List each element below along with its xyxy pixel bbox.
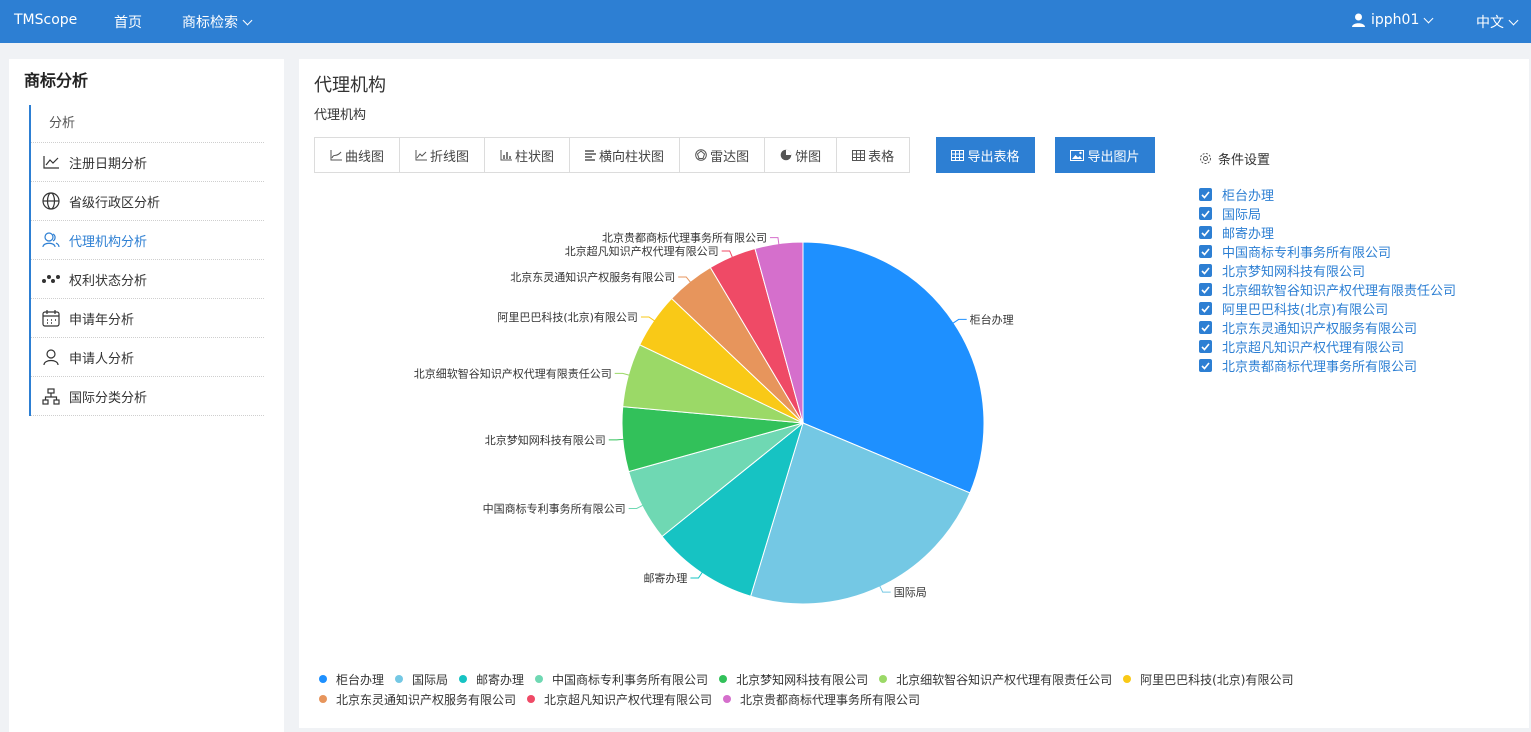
legend-item[interactable]: 北京贵都商标代理事务所有限公司	[723, 691, 920, 708]
legend-dot-icon	[879, 675, 888, 683]
org-chart-icon	[42, 387, 60, 405]
pie-chart: 柜台办理国际局 邮寄办理 中国商标专利事务所有限公司北京梦知网科技有限公司 北京细软智…	[414, 231, 1014, 605]
legend-label: 北京超凡知识产权代理有限公司	[544, 692, 713, 707]
sidebar-item-intl-class[interactable]: 国际分类分析	[31, 377, 264, 416]
legend-label: 北京贵都商标代理事务所有限公司	[740, 692, 921, 707]
sidebar: 商标分析 分析 注册日期分析 省级行政区分析 代理机构分析 权利状态分析 申请年…	[9, 59, 284, 732]
sidebar-item-label: 代理机构分析	[69, 234, 148, 250]
sidebar-item-label: 省级行政区分析	[69, 195, 161, 211]
language-label: 中文	[1476, 15, 1504, 31]
pie-slice-label: 国际局	[894, 586, 927, 599]
top-nav-bar: TMScope 首页 商标检索 ipph01 中文	[0, 0, 1531, 43]
legend-dot-icon	[535, 675, 544, 683]
person-icon	[42, 348, 60, 366]
sidebar-menu: 分析 注册日期分析 省级行政区分析 代理机构分析 权利状态分析 申请年分析 申请…	[29, 105, 264, 416]
legend-dot-icon	[1123, 675, 1132, 683]
dots-icon	[42, 270, 60, 288]
legend-item[interactable]: 柜台办理	[319, 671, 384, 688]
legend-dot-icon	[719, 675, 728, 683]
language-menu[interactable]: 中文	[1476, 12, 1519, 32]
legend-label: 中国商标专利事务所有限公司	[552, 672, 709, 687]
sidebar-item-label: 国际分类分析	[69, 390, 148, 406]
sidebar-item-label: 权利状态分析	[69, 273, 148, 289]
legend-dot-icon	[527, 695, 536, 703]
legend-item[interactable]: 北京东灵通知识产权服务有限公司	[319, 691, 516, 708]
pie-slice-label: 北京贵都商标代理事务所有限公司	[602, 231, 767, 245]
legend-label: 邮寄办理	[476, 672, 525, 687]
legend-item[interactable]: 中国商标专利事务所有限公司	[535, 671, 708, 688]
sidebar-item-apply-year[interactable]: 申请年分析	[31, 299, 264, 338]
legend-item[interactable]: 北京细软智谷知识产权代理有限责任公司	[879, 671, 1112, 688]
sidebar-item-label: 申请人分析	[69, 351, 135, 367]
legend-item[interactable]: 北京超凡知识产权代理有限公司	[527, 691, 712, 708]
sidebar-title: 商标分析	[24, 71, 89, 90]
legend-item[interactable]: 北京梦知网科技有限公司	[719, 671, 868, 688]
legend-dot-icon	[723, 695, 732, 703]
user-menu[interactable]: ipph01	[1352, 12, 1434, 28]
brand-logo[interactable]: TMScope	[14, 12, 77, 28]
sidebar-item-status[interactable]: 权利状态分析	[31, 260, 264, 299]
nav-search-menu[interactable]: 商标检索	[182, 12, 253, 32]
legend-dot-icon	[459, 675, 468, 683]
legend-label: 国际局	[412, 672, 449, 687]
nav-search-label: 商标检索	[182, 15, 238, 31]
sidebar-item-agency[interactable]: 代理机构分析	[31, 221, 264, 260]
legend-label: 北京细软智谷知识产权代理有限责任公司	[896, 672, 1113, 687]
sidebar-item-register-date[interactable]: 注册日期分析	[31, 143, 264, 182]
pie-slice-label: 中国商标专利事务所有限公司	[483, 501, 626, 515]
legend-dot-icon	[319, 695, 327, 703]
sidebar-item-label: 注册日期分析	[69, 156, 148, 172]
sidebar-menu-head: 分析	[31, 105, 264, 143]
chevron-down-icon	[1508, 15, 1519, 25]
legend-label: 北京梦知网科技有限公司	[736, 672, 869, 687]
pie-slice-label: 阿里巴巴科技(北京)有限公司	[497, 310, 638, 324]
pie-label-line	[614, 372, 631, 376]
pie-slice-label: 邮寄办理	[643, 571, 687, 585]
user-icon	[1352, 13, 1365, 27]
legend-item[interactable]: 邮寄办理	[459, 671, 524, 688]
sidebar-item-applicant[interactable]: 申请人分析	[31, 338, 264, 377]
sidebar-item-province[interactable]: 省级行政区分析	[31, 182, 264, 221]
users-icon	[42, 231, 60, 249]
pie-slice-label: 北京细软智谷知识产权代理有限责任公司	[414, 366, 612, 380]
legend-row: 北京东灵通知识产权服务有限公司 北京超凡知识产权代理有限公司 北京贵都商标代理事务所…	[319, 689, 1319, 709]
globe-icon	[42, 192, 60, 210]
legend-label: 北京东灵通知识产权服务有限公司	[336, 692, 517, 707]
main-panel: 代理机构 代理机构 曲线图 折线图 柱状图 横向柱状图 雷达图 饼图 表格 导出…	[299, 59, 1529, 728]
chevron-down-icon	[242, 15, 253, 25]
legend-dot-icon	[319, 675, 327, 683]
legend-row: 柜台办理 国际局 邮寄办理 中国商标专利事务所有限公司 北京梦知网科技有限公司 北京细软智…	[319, 669, 1319, 689]
line-chart-icon	[42, 153, 60, 171]
pie-slice-label: 北京东灵通知识产权服务有限公司	[510, 270, 675, 284]
nav-home-link[interactable]: 首页	[114, 12, 142, 32]
legend-item[interactable]: 阿里巴巴科技(北京)有限公司	[1123, 671, 1293, 688]
sidebar-item-label: 申请年分析	[69, 312, 135, 328]
pie-slice-label: 北京超凡知识产权代理有限公司	[565, 244, 719, 258]
legend-label: 柜台办理	[336, 672, 385, 687]
calendar-icon	[42, 309, 60, 327]
legend-item[interactable]: 国际局	[395, 671, 448, 688]
chevron-down-icon	[1423, 13, 1434, 23]
legend-label: 阿里巴巴科技(北京)有限公司	[1140, 672, 1294, 687]
pie-label-line	[608, 438, 625, 441]
user-name: ipph01	[1371, 12, 1420, 28]
pie-slice-label: 北京梦知网科技有限公司	[485, 433, 606, 447]
pie-slice-label: 柜台办理	[970, 312, 1014, 326]
legend-dot-icon	[395, 675, 404, 683]
chart-legend: 柜台办理 国际局 邮寄办理 中国商标专利事务所有限公司 北京梦知网科技有限公司 北京细软智…	[319, 669, 1319, 709]
